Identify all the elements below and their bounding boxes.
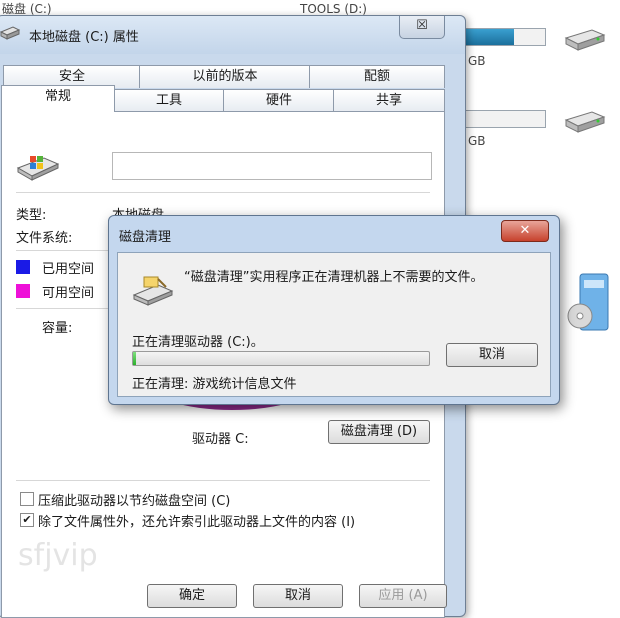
- watermark: sfjvip: [18, 538, 98, 573]
- compress-checkbox[interactable]: [20, 492, 34, 506]
- tab-hardware[interactable]: 硬件: [223, 89, 335, 112]
- cleanup-close-button[interactable]: ✕: [501, 220, 549, 242]
- disk-cleanup-dialog: 磁盘清理 ✕ “磁盘清理”实用程序正在清理机器上不需要的文件。 正在清理驱动器 …: [108, 215, 560, 405]
- index-option-label[interactable]: 除了文件属性外，还允许索引此驱动器上文件的内容 (I): [38, 511, 355, 530]
- properties-close-button[interactable]: ☒: [399, 16, 445, 39]
- cleaning-drive-text: 正在清理驱动器 (C:)。: [132, 335, 264, 350]
- index-checkbox[interactable]: ✔: [20, 513, 34, 527]
- cleanup-body: “磁盘清理”实用程序正在清理机器上不需要的文件。 正在清理驱动器 (C:)。 取…: [117, 252, 551, 397]
- background-drive-d-label: TOOLS (D:): [300, 2, 367, 16]
- cleanup-cancel-button[interactable]: 取消: [446, 343, 538, 367]
- cancel-button[interactable]: 取消: [253, 584, 343, 608]
- free-space-label: 可用空间: [42, 286, 95, 301]
- drive-letter-label: 驱动器 C:: [192, 432, 249, 447]
- tab-quota[interactable]: 配额: [309, 65, 445, 88]
- file-system-label: 文件系统:: [16, 231, 73, 246]
- cleanup-message: “磁盘清理”实用程序正在清理机器上不需要的文件。: [184, 270, 484, 285]
- cleanup-progress-bar: [132, 351, 430, 366]
- cleanup-title: 磁盘清理: [119, 230, 172, 245]
- hard-drive-icon[interactable]: [562, 26, 606, 56]
- used-space-label: 已用空间: [42, 262, 95, 277]
- separator: [16, 192, 430, 193]
- drive-usage-bar-d: [462, 28, 546, 46]
- cleanup-progress-fill: [133, 352, 136, 365]
- tab-tools[interactable]: 工具: [113, 89, 225, 112]
- drive-usage-fill-d: [463, 29, 514, 45]
- drive-size-label-2: GB: [468, 134, 486, 148]
- drive-usage-bar-2: [462, 110, 546, 128]
- drive-size-label-1: GB: [468, 54, 486, 68]
- cleanup-status-text: 正在清理: 游戏统计信息文件: [132, 377, 297, 392]
- tab-previous-versions[interactable]: 以前的版本: [139, 65, 311, 88]
- free-space-swatch: [16, 284, 30, 298]
- tab-sharing[interactable]: 共享: [333, 89, 445, 112]
- hard-drive-icon[interactable]: [562, 108, 606, 138]
- ok-button[interactable]: 确定: [147, 584, 237, 608]
- disk-cleanup-button[interactable]: 磁盘清理 (D): [328, 420, 430, 444]
- separator: [16, 480, 430, 481]
- dvd-drive-icon[interactable]: [566, 270, 612, 336]
- type-label: 类型:: [16, 208, 47, 223]
- properties-title-bar[interactable]: 本地磁盘 (C:) 属性 ☒: [0, 16, 465, 54]
- apply-button[interactable]: 应用 (A): [359, 584, 447, 608]
- properties-title: 本地磁盘 (C:) 属性: [29, 30, 139, 45]
- drive-title-icon: [0, 24, 21, 42]
- capacity-label: 容量:: [42, 321, 73, 336]
- tab-general[interactable]: 常规: [1, 85, 115, 112]
- compress-option-label[interactable]: 压缩此驱动器以节约磁盘空间 (C): [38, 490, 230, 509]
- volume-name-input[interactable]: [112, 152, 432, 180]
- windows-drive-icon: [16, 152, 60, 186]
- used-space-swatch: [16, 260, 30, 274]
- cleanup-drive-icon: [132, 275, 174, 315]
